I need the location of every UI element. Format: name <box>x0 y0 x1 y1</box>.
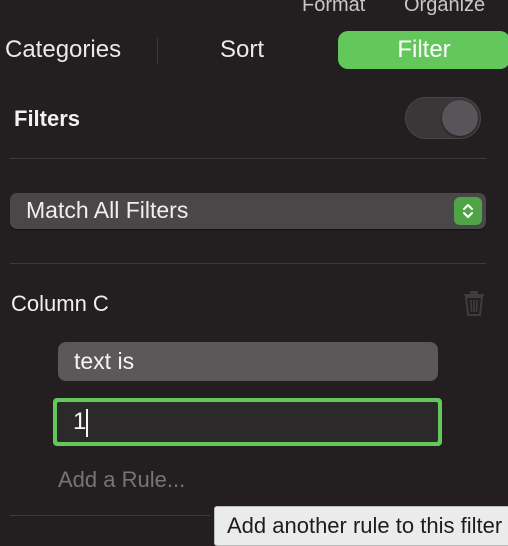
tab-format[interactable]: Format <box>302 0 365 17</box>
rule-value-inner <box>57 402 438 442</box>
filters-heading: Filters <box>14 106 81 131</box>
trash-icon[interactable] <box>462 289 486 322</box>
rule-value-input[interactable] <box>57 402 438 442</box>
match-mode-label: Match All Filters <box>26 197 189 223</box>
rule-column-heading: Column C <box>11 291 109 316</box>
segment-categories[interactable]: Categories <box>5 36 121 64</box>
divider <box>10 515 210 516</box>
tooltip: Add another rule to this filter <box>214 506 508 546</box>
rule-condition-select[interactable]: text is <box>58 342 438 381</box>
segment-filter-label: Filter <box>397 36 451 63</box>
rule-condition-label: text is <box>74 348 135 374</box>
divider <box>10 263 486 264</box>
match-mode-popup[interactable]: Match All Filters <box>10 193 486 229</box>
add-rule-button[interactable]: Add a Rule... <box>58 467 185 493</box>
filters-toggle[interactable] <box>405 97 481 139</box>
text-caret <box>86 409 88 437</box>
tab-organize[interactable]: Organize <box>404 0 485 17</box>
segment-divider <box>157 38 158 64</box>
toggle-knob <box>442 100 478 136</box>
divider <box>10 158 486 159</box>
rule-value-field[interactable] <box>53 398 442 446</box>
segment-filter[interactable]: Filter <box>338 31 508 69</box>
tooltip-text: Add another rule to this filter <box>227 513 503 538</box>
segment-sort[interactable]: Sort <box>220 36 264 64</box>
up-down-chevron-icon <box>454 197 482 225</box>
